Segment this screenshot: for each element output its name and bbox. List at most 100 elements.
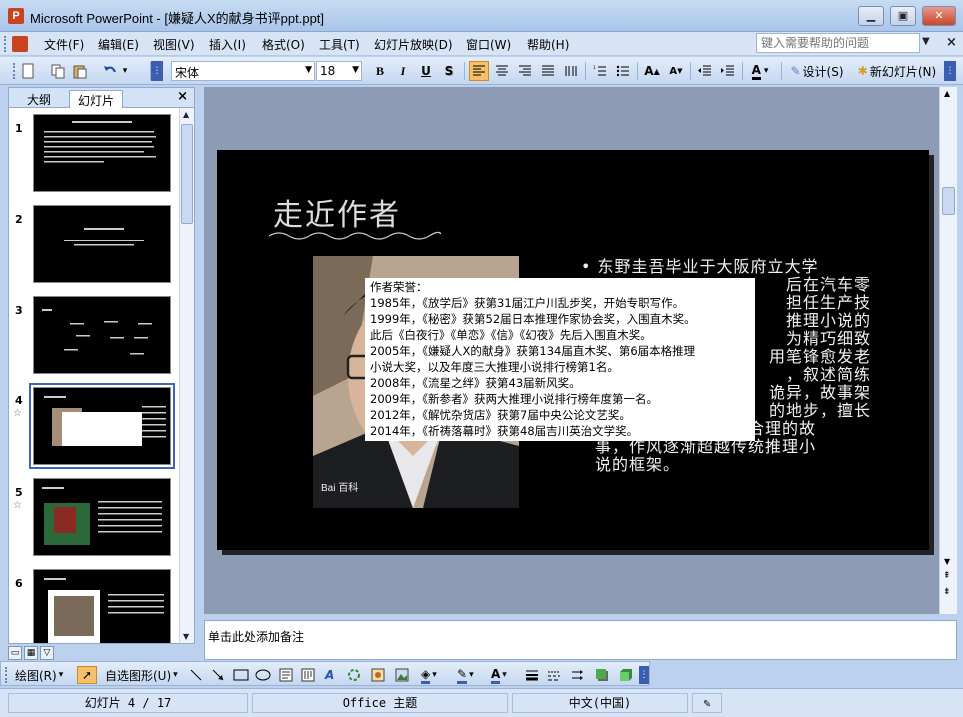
slide-thumbnail-2[interactable] [33, 205, 171, 283]
slide-thumbnail-1[interactable] [33, 114, 171, 192]
menu-view[interactable]: 视图(V) [153, 36, 195, 53]
wordart-icon[interactable]: A [325, 666, 334, 684]
arrow-icon[interactable] [211, 666, 225, 684]
paste-icon[interactable] [70, 61, 90, 81]
tab-slides[interactable]: 幻灯片 [69, 90, 124, 108]
spelling-check-icon[interactable]: ✎ [692, 693, 722, 713]
author-honors-textbox[interactable]: 作者荣誉： 1985年，《放学后》获第31届江户川乱步奖，开始专职写作。 199… [365, 278, 755, 441]
slide-thumbnail-4[interactable] [29, 383, 175, 469]
decrease-indent-icon[interactable] [695, 61, 715, 81]
notes-pane[interactable]: 单击此处添加备注 [204, 620, 957, 660]
slide-number: 5 [15, 486, 23, 499]
minimize-button[interactable]: ▁ [858, 6, 884, 26]
3d-style-icon[interactable] [619, 666, 633, 684]
picture-icon[interactable] [395, 666, 409, 684]
normal-view-icon[interactable]: ▭ [8, 646, 22, 660]
close-icon[interactable]: × [177, 89, 188, 104]
status-bar: 幻灯片 4 / 17 Office 主题 中文(中国) ✎ [0, 688, 963, 717]
close-button[interactable]: ✕ [922, 6, 956, 26]
help-dropdown-icon[interactable]: ▼ [922, 36, 930, 47]
underline-button[interactable]: U [416, 61, 436, 81]
scroll-down-icon[interactable]: ▼ [183, 632, 189, 641]
toolbar-options-icon[interactable]: ⋮ [944, 61, 956, 81]
line-color-icon[interactable]: ✎ ▾ [457, 666, 474, 684]
menu-file[interactable]: 文件(F) [44, 36, 84, 53]
menu-edit[interactable]: 编辑(E) [98, 36, 139, 53]
bullet-line: • 东野圭吾毕业于大阪府立大学 [581, 257, 819, 276]
menu-insert[interactable]: 插入(I) [209, 36, 246, 53]
toolbar-grip[interactable] [4, 36, 7, 52]
align-left-icon[interactable] [469, 61, 489, 81]
clipart-icon[interactable] [371, 666, 385, 684]
distribute-icon[interactable] [561, 61, 581, 81]
menu-help[interactable]: 帮助(H) [527, 36, 569, 53]
font-name-select[interactable]: 宋体 ▼ [171, 61, 315, 81]
powerpoint-app-icon[interactable]: P [8, 8, 24, 24]
numbered-list-icon[interactable]: 1 [590, 61, 610, 81]
undo-dropdown-icon[interactable]: ▾ [120, 61, 130, 81]
new-slide-button[interactable]: ✱ 新幻灯片(N) [852, 61, 942, 81]
tab-outline[interactable]: 大纲 [19, 90, 59, 108]
scroll-thumb[interactable] [942, 187, 955, 215]
previous-slide-icon[interactable]: ⇞ [943, 571, 951, 581]
toolbar-options-icon[interactable]: ⋮ [151, 61, 163, 81]
autoshapes-menu-button[interactable]: 自选图形(U) ▾ [105, 666, 178, 684]
oval-icon[interactable] [255, 666, 271, 684]
menu-tools[interactable]: 工具(T) [319, 36, 360, 53]
select-pointer-icon[interactable]: ➚ [77, 666, 97, 684]
next-slide-icon[interactable]: ⇟ [943, 587, 951, 597]
menu-format[interactable]: 格式(O) [262, 36, 305, 53]
font-size-select[interactable]: 18 ▼ [316, 61, 362, 81]
scroll-up-icon[interactable]: ▲ [944, 89, 950, 98]
justify-icon[interactable] [538, 61, 558, 81]
menu-window[interactable]: 窗口(W) [466, 36, 511, 53]
document-icon[interactable] [12, 36, 28, 52]
fill-color-icon[interactable]: ◈ ▾ [421, 666, 437, 684]
scroll-up-icon[interactable]: ▲ [183, 110, 189, 119]
bold-button[interactable]: B [370, 61, 390, 81]
vertical-textbox-icon[interactable] [301, 666, 315, 684]
shadow-style-icon[interactable] [595, 666, 609, 684]
slide-thumbnail-3[interactable] [33, 296, 171, 374]
scroll-down-icon[interactable]: ▼ [944, 557, 950, 566]
slideshow-view-icon[interactable]: ▽ [40, 646, 54, 660]
menu-slideshow[interactable]: 幻灯片放映(D) [374, 36, 453, 53]
current-slide[interactable]: 走近作者 Bai 百科 • 东野圭吾毕业于大阪府立大学 后在汽车零 担任生产技 … [217, 150, 929, 550]
baike-watermark: Bai 百科 [321, 483, 359, 494]
design-button[interactable]: ✎ 设计(S) [786, 61, 848, 81]
align-right-icon[interactable] [515, 61, 535, 81]
decrease-font-icon[interactable]: A ▼ [666, 61, 686, 81]
copy-icon[interactable] [48, 61, 68, 81]
diagram-icon[interactable] [347, 666, 361, 684]
undo-icon[interactable] [100, 61, 120, 81]
rectangle-icon[interactable] [233, 666, 249, 684]
line-style-icon[interactable] [525, 666, 539, 684]
font-color-icon[interactable]: A ▾ [746, 61, 774, 81]
window-title: Microsoft PowerPoint - [嫌疑人X的献身书评ppt.ppt… [30, 11, 325, 26]
maximize-button[interactable]: ▣ [890, 6, 916, 26]
textbox-icon[interactable] [279, 666, 293, 684]
bulleted-list-icon[interactable] [613, 61, 633, 81]
increase-font-icon[interactable]: A ▲ [642, 61, 662, 81]
toolbar-grip[interactable] [5, 666, 7, 684]
increase-indent-icon[interactable] [718, 61, 738, 81]
slide-sorter-icon[interactable]: ▦ [24, 646, 38, 660]
shadow-button[interactable]: S [439, 61, 459, 81]
document-close-icon[interactable]: × [946, 35, 957, 50]
new-document-icon[interactable] [18, 61, 38, 81]
thumbnails-scrollbar[interactable]: ▲ ▼ [179, 108, 194, 643]
line-icon[interactable] [189, 666, 203, 684]
help-search-input[interactable] [756, 33, 920, 53]
draw-menu-button[interactable]: 绘图(R) ▾ [15, 666, 63, 684]
slide-scrollbar[interactable]: ▲ ▼ ⇞ ⇟ [939, 87, 957, 614]
align-center-icon[interactable] [492, 61, 512, 81]
dash-style-icon[interactable] [547, 666, 561, 684]
slide-thumbnail-5[interactable] [33, 478, 171, 556]
notes-placeholder: 单击此处添加备注 [208, 630, 305, 644]
arrow-style-icon[interactable] [571, 666, 585, 684]
font-color-icon[interactable]: A ▾ [491, 666, 507, 684]
slide-thumbnail-6[interactable] [33, 569, 171, 643]
italic-button[interactable]: I [393, 61, 413, 81]
toolbar-options-icon[interactable]: ⋮ [639, 666, 649, 684]
scroll-thumb[interactable] [181, 124, 193, 224]
